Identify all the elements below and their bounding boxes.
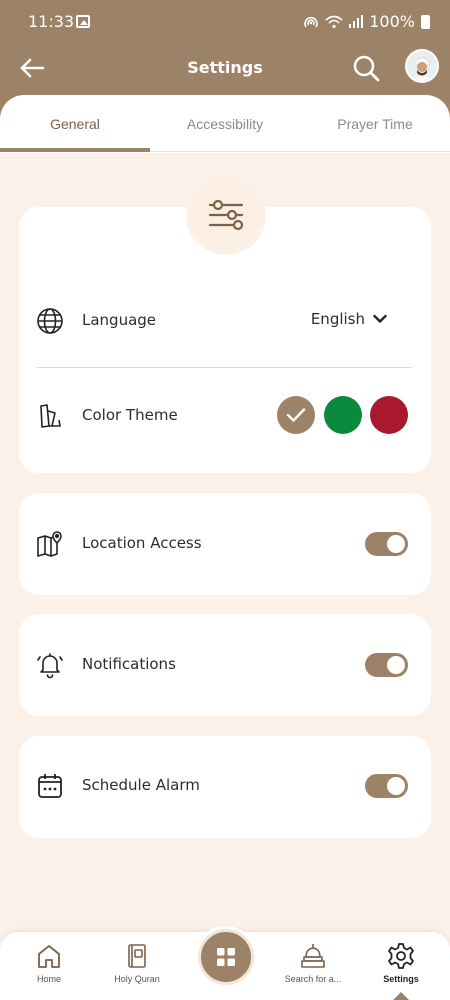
battery-percentage: 100% <box>369 12 415 31</box>
color-option-green[interactable] <box>324 396 362 434</box>
status-bar: 11:33 100% <box>0 0 450 44</box>
tab-general[interactable]: General <box>0 95 150 153</box>
tab-prayer-time[interactable]: Prayer Time <box>300 95 450 153</box>
gear-icon <box>388 943 414 969</box>
user-avatar[interactable] <box>405 49 439 83</box>
calendar-icon <box>38 774 62 798</box>
battery-icon <box>421 14 430 29</box>
schedule-alarm-toggle[interactable] <box>365 774 408 798</box>
settings-badge <box>191 180 261 250</box>
wifi-icon <box>325 15 343 28</box>
status-time: 11:33 <box>28 12 75 31</box>
globe-icon <box>37 308 63 334</box>
nav-home[interactable]: Home <box>9 932 89 1000</box>
color-theme-label: Color Theme <box>82 406 178 424</box>
toggle-knob <box>387 656 405 674</box>
top-bar: Settings <box>0 44 450 94</box>
toggle-knob <box>387 777 405 795</box>
nav-search-mosque-label: Search for a... <box>284 974 342 984</box>
language-dropdown[interactable]: English <box>311 310 387 328</box>
active-nav-indicator <box>393 992 409 1000</box>
nav-search-mosque[interactable]: Search for a... <box>273 932 353 1000</box>
language-label: Language <box>82 311 157 329</box>
home-icon <box>38 945 60 968</box>
settings-tabs: General Accessibility Prayer Time <box>0 95 450 153</box>
mosque-icon <box>301 944 325 968</box>
check-icon <box>286 408 306 422</box>
location-access-label: Location Access <box>82 534 202 552</box>
tab-accessibility[interactable]: Accessibility <box>150 95 300 153</box>
color-option-red[interactable] <box>370 396 408 434</box>
grid-icon <box>217 948 235 966</box>
book-icon <box>128 944 146 968</box>
person-avatar-icon <box>407 51 437 81</box>
active-tab-indicator <box>0 148 150 152</box>
hotspot-icon <box>304 16 319 27</box>
schedule-alarm-label: Schedule Alarm <box>82 776 200 794</box>
nav-settings[interactable]: Settings <box>361 932 441 1000</box>
search-button[interactable] <box>348 50 384 86</box>
map-pin-icon <box>37 531 62 557</box>
toggle-knob <box>387 535 405 553</box>
language-value: English <box>310 310 365 328</box>
card-divider <box>37 367 412 368</box>
chevron-down-icon <box>373 314 387 323</box>
search-icon <box>353 55 380 82</box>
nav-settings-label: Settings <box>383 974 419 984</box>
signal-icon <box>349 15 364 28</box>
nav-holy-quran-label: Holy Quran <box>114 974 160 984</box>
notifications-toggle[interactable] <box>365 653 408 677</box>
color-swatch-icon <box>40 404 61 428</box>
sliders-icon <box>208 199 244 231</box>
notifications-label: Notifications <box>82 655 176 673</box>
gallery-notification-icon <box>76 15 90 28</box>
bell-icon <box>37 653 63 679</box>
nav-home-label: Home <box>36 974 61 984</box>
center-menu-button[interactable] <box>198 929 254 985</box>
nav-holy-quran[interactable]: Holy Quran <box>97 932 177 1000</box>
color-option-brown[interactable] <box>277 396 315 434</box>
location-access-toggle[interactable] <box>365 532 408 556</box>
